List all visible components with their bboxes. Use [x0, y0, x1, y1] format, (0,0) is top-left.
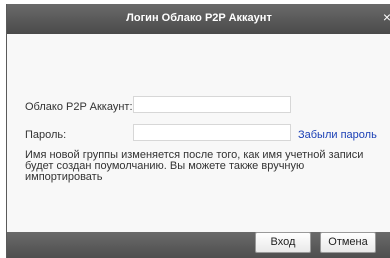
password-label: Пароль: [25, 129, 67, 141]
login-button[interactable]: Вход [255, 232, 311, 253]
cancel-button[interactable]: Отмена [320, 232, 376, 253]
password-input[interactable] [133, 124, 291, 141]
dialog-titlebar: Логин Облако P2P Аккаунт × [7, 4, 390, 34]
forgot-password-link[interactable]: Забыли пароль [298, 129, 377, 141]
close-icon[interactable]: × [383, 10, 390, 24]
account-input[interactable] [133, 96, 291, 113]
info-note: Имя новой группы изменяется после того, … [25, 149, 364, 183]
dialog-title: Логин Облако P2P Аккаунт [126, 12, 272, 24]
account-label: Облако P2P Аккаунт: [25, 101, 133, 113]
login-dialog: Логин Облако P2P Аккаунт × Облако P2P Ак… [6, 4, 390, 258]
